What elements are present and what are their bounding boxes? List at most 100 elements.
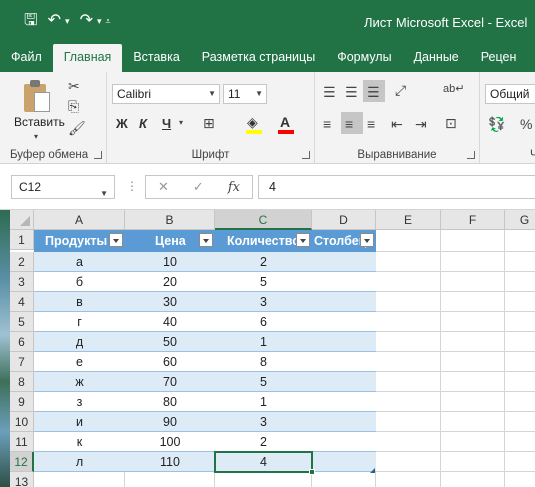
row-header[interactable]: 11	[10, 432, 34, 452]
row-header[interactable]: 5	[10, 312, 34, 332]
table-cell[interactable]: г	[34, 312, 125, 332]
grid-cell[interactable]	[312, 472, 376, 487]
grid-cell[interactable]	[376, 372, 441, 392]
currency-format-icon[interactable]: 💱	[488, 116, 505, 133]
grid-cell[interactable]	[505, 230, 535, 252]
table-resize-handle[interactable]	[370, 468, 375, 473]
cancel-icon[interactable]: ✕	[158, 179, 169, 195]
grid-cell[interactable]	[441, 312, 505, 332]
table-cell[interactable]: 1	[215, 332, 312, 352]
grid-cell[interactable]	[505, 392, 535, 412]
grid-cell[interactable]	[376, 312, 441, 332]
tab-file[interactable]: Файл	[0, 44, 53, 72]
table-cell[interactable]: д	[34, 332, 125, 352]
insert-function-icon[interactable]: fx	[228, 180, 240, 195]
grid-cell[interactable]	[505, 412, 535, 432]
table-cell[interactable]: и	[34, 412, 125, 432]
fill-handle[interactable]	[309, 469, 315, 475]
grid-cell[interactable]	[505, 472, 535, 487]
align-center-icon[interactable]: ≡	[345, 116, 353, 132]
table-cell[interactable]	[312, 432, 376, 452]
column-header-f[interactable]: F	[441, 210, 505, 230]
enter-icon[interactable]: ✓	[193, 179, 204, 195]
align-middle-icon[interactable]: ☰	[345, 84, 358, 101]
grid-cell[interactable]	[441, 252, 505, 272]
table-cell[interactable]	[312, 352, 376, 372]
filter-dropdown-icon[interactable]	[199, 233, 213, 247]
align-bottom-icon[interactable]: ☰	[367, 84, 380, 101]
tab-page-layout[interactable]: Разметка страницы	[191, 44, 326, 72]
grid-cell[interactable]	[441, 230, 505, 252]
grid-cell[interactable]	[441, 292, 505, 312]
column-header-e[interactable]: E	[376, 210, 441, 230]
row-header[interactable]: 2	[10, 252, 34, 272]
table-header-cell[interactable]: Продукты	[34, 230, 125, 252]
grid-cell[interactable]	[376, 352, 441, 372]
align-right-icon[interactable]: ≡	[367, 116, 375, 132]
grid-cell[interactable]	[34, 472, 125, 487]
format-painter-icon[interactable]: 🖌	[68, 120, 86, 137]
table-cell[interactable]: 3	[215, 412, 312, 432]
number-format-select[interactable]: Общий	[485, 84, 535, 104]
grid-cell[interactable]	[505, 372, 535, 392]
grid-cell[interactable]	[505, 312, 535, 332]
underline-dropdown-icon[interactable]: ▾	[179, 118, 183, 127]
decrease-indent-icon[interactable]: ⇤	[391, 116, 403, 133]
table-cell[interactable]: 30	[125, 292, 215, 312]
undo-icon[interactable]: ↶	[48, 12, 61, 30]
table-cell[interactable]	[312, 332, 376, 352]
grid-cell[interactable]	[441, 332, 505, 352]
tab-formulas[interactable]: Формулы	[326, 44, 402, 72]
table-cell[interactable]: 1	[215, 392, 312, 412]
save-icon[interactable]: 🖫	[24, 12, 38, 30]
grid-cell[interactable]	[505, 272, 535, 292]
formula-bar-splitter[interactable]: ⋮	[126, 179, 139, 193]
grid-cell[interactable]	[505, 332, 535, 352]
tab-home[interactable]: Главная	[52, 44, 123, 72]
table-cell[interactable]	[312, 452, 376, 472]
table-cell[interactable]	[312, 312, 376, 332]
table-cell[interactable]: 100	[125, 432, 215, 452]
table-cell[interactable]: 6	[215, 312, 312, 332]
undo-dropdown-icon[interactable]: ▾	[65, 12, 70, 30]
grid-cell[interactable]	[441, 272, 505, 292]
select-all-button[interactable]	[10, 210, 34, 230]
table-cell[interactable]: 5	[215, 272, 312, 292]
table-cell[interactable]: а	[34, 252, 125, 272]
increase-indent-icon[interactable]: ⇥	[415, 116, 427, 133]
table-cell[interactable]: 3	[215, 292, 312, 312]
table-header-cell[interactable]: Количество	[215, 230, 312, 252]
table-cell[interactable]: ж	[34, 372, 125, 392]
column-header-a[interactable]: A	[34, 210, 125, 230]
grid-cell[interactable]	[376, 230, 441, 252]
row-header[interactable]: 8	[10, 372, 34, 392]
grid-cell[interactable]	[441, 352, 505, 372]
tab-review[interactable]: Рецен	[470, 44, 528, 72]
grid-cell[interactable]	[441, 472, 505, 487]
underline-button[interactable]: Ч	[162, 116, 171, 131]
column-header-g[interactable]: G	[505, 210, 535, 230]
wrap-text-icon[interactable]: ab↵	[443, 82, 464, 95]
fill-color-icon[interactable]: ◈	[247, 114, 258, 131]
borders-icon[interactable]: ⊞	[203, 115, 215, 132]
table-cell[interactable]: 2	[215, 252, 312, 272]
table-cell[interactable]: 5	[215, 372, 312, 392]
table-cell[interactable]: 40	[125, 312, 215, 332]
font-size-select[interactable]: 11 ▼	[223, 84, 267, 104]
grid-cell[interactable]	[376, 272, 441, 292]
table-cell[interactable]	[312, 372, 376, 392]
filter-dropdown-icon[interactable]	[360, 233, 374, 247]
percent-icon[interactable]: %	[520, 116, 532, 132]
row-header[interactable]: 9	[10, 392, 34, 412]
table-cell[interactable]: в	[34, 292, 125, 312]
table-cell[interactable]: 8	[215, 352, 312, 372]
row-header[interactable]: 3	[10, 272, 34, 292]
row-header[interactable]: 6	[10, 332, 34, 352]
table-cell[interactable]	[312, 252, 376, 272]
grid-cell[interactable]	[376, 412, 441, 432]
filter-dropdown-icon[interactable]	[296, 233, 310, 247]
grid-cell[interactable]	[376, 332, 441, 352]
row-header[interactable]: 1	[10, 230, 34, 250]
grid-cell[interactable]	[505, 352, 535, 372]
tab-insert[interactable]: Вставка	[122, 44, 190, 72]
